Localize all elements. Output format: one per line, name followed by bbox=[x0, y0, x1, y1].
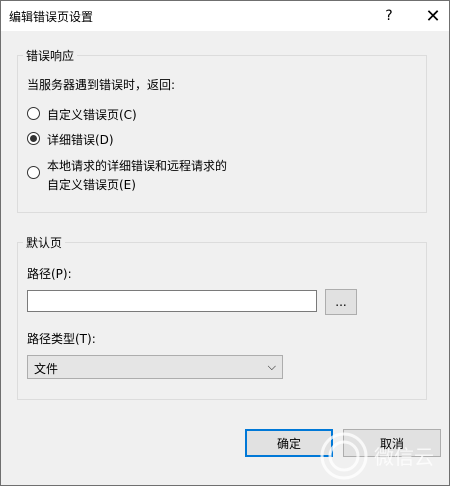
watermark-logo: 微信云 bbox=[318, 430, 448, 482]
path-type-select[interactable]: 文件 ⌵ bbox=[27, 355, 283, 379]
detailed-local-custom-remote-label-line2[interactable]: 自定义错误页(E) bbox=[47, 176, 136, 193]
svg-text:微信云: 微信云 bbox=[374, 445, 434, 469]
error-response-legend: 错误响应 bbox=[23, 47, 78, 64]
path-input[interactable] bbox=[27, 290, 317, 312]
path-type-value: 文件 bbox=[34, 362, 59, 376]
detailed-errors-label[interactable]: 详细错误(D) bbox=[47, 131, 114, 148]
detailed-errors-radio[interactable] bbox=[27, 132, 40, 145]
error-response-prompt: 当服务器遇到错误时，返回: bbox=[27, 78, 176, 92]
detailed-local-custom-remote-label-line1[interactable]: 本地请求的详细错误和远程请求的 bbox=[47, 157, 227, 174]
edit-error-pages-dialog: 编辑错误页设置 ? ✕ 错误响应 当服务器遇到错误时，返回: 自定义错误页(C)… bbox=[0, 0, 450, 486]
browse-button[interactable]: ... bbox=[325, 289, 357, 315]
chevron-down-icon: ⌵ bbox=[267, 360, 276, 373]
title-bar: 编辑错误页设置 ? ✕ bbox=[1, 1, 449, 31]
dialog-title: 编辑错误页设置 bbox=[9, 10, 94, 24]
default-page-legend: 默认页 bbox=[23, 234, 66, 251]
path-label: 路径(P): bbox=[27, 267, 72, 281]
path-type-label: 路径类型(T): bbox=[27, 332, 96, 346]
close-button[interactable]: ✕ bbox=[415, 1, 451, 31]
custom-error-pages-label[interactable]: 自定义错误页(C) bbox=[47, 106, 137, 123]
help-button[interactable]: ? bbox=[371, 1, 407, 31]
detailed-local-custom-remote-radio[interactable] bbox=[27, 166, 40, 179]
custom-error-pages-radio[interactable] bbox=[27, 107, 40, 120]
